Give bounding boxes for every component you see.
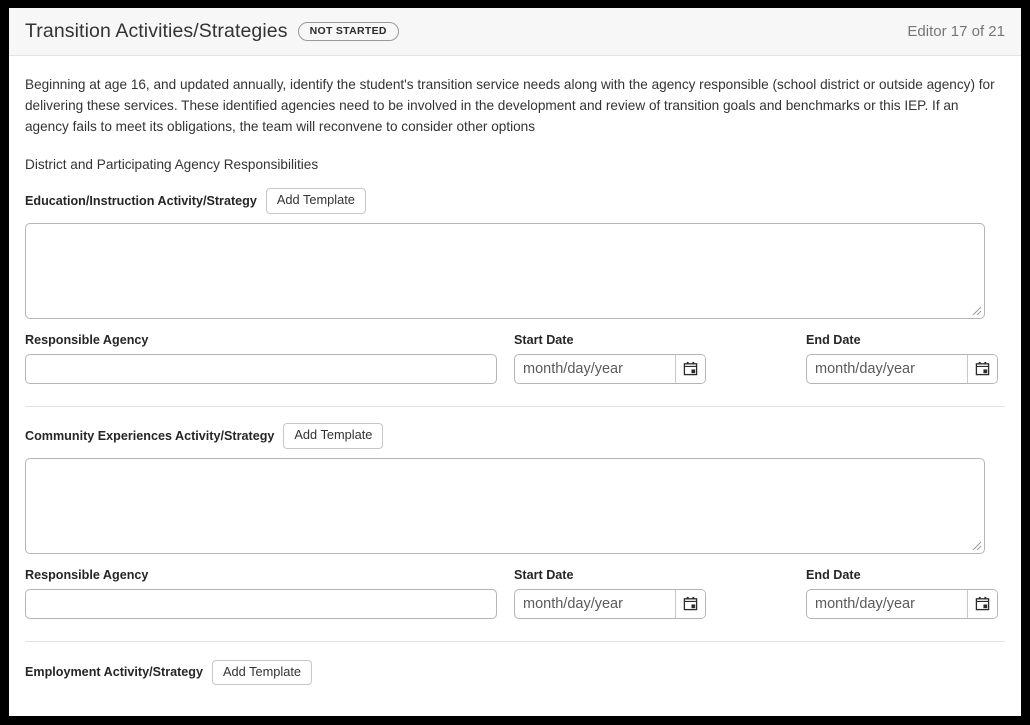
responsible-agency-input-community[interactable] [25, 588, 497, 619]
end-date-field-community [806, 588, 998, 619]
add-template-button-employment[interactable]: Add Template [212, 659, 313, 686]
calendar-icon [975, 597, 990, 611]
activity-label-employment: Employment Activity/Strategy [25, 665, 203, 680]
activity-textarea-community[interactable] [25, 457, 985, 554]
calendar-button-start-community[interactable] [675, 589, 705, 618]
end-date-field-education [806, 353, 998, 384]
responsible-agency-input-education[interactable] [25, 353, 497, 384]
field-group-start-date: Start Date [514, 568, 757, 619]
start-date-input-community[interactable] [515, 589, 675, 618]
label-start-date: Start Date [514, 567, 574, 582]
section-divider-2 [25, 640, 1005, 642]
status-badge: NOT STARTED [297, 21, 399, 42]
calendar-button-end-education[interactable] [967, 354, 997, 383]
calendar-button-start-education[interactable] [675, 354, 705, 383]
field-group-end-date: End Date [806, 333, 998, 384]
calendar-icon [683, 597, 698, 611]
activity-label-community: Community Experiences Activity/Strategy [25, 428, 275, 443]
label-responsible-agency: Responsible Agency [25, 567, 149, 582]
calendar-icon [683, 362, 698, 376]
activity-section-education: Education/Instruction Activity/Strategy … [25, 188, 1005, 384]
editor-counter: Editor 17 of 21 [907, 23, 1005, 40]
activity-section-community: Community Experiences Activity/Strategy … [25, 422, 1005, 619]
activity-textarea-wrap [25, 457, 985, 554]
start-date-input-education[interactable] [515, 354, 675, 383]
field-group-end-date: End Date [806, 568, 998, 619]
activity-header: Employment Activity/Strategy Add Templat… [25, 659, 1005, 686]
page-title: Transition Activities/Strategies [25, 20, 288, 42]
activity-header: Education/Instruction Activity/Strategy … [25, 188, 1005, 214]
activity-section-employment: Employment Activity/Strategy Add Templat… [25, 659, 1005, 686]
field-group-start-date: Start Date [514, 333, 757, 384]
end-date-input-community[interactable] [807, 589, 967, 618]
add-template-button-education[interactable]: Add Template [265, 188, 366, 214]
calendar-icon [975, 362, 990, 376]
editor-header: Transition Activities/Strategies NOT STA… [9, 8, 1021, 56]
intro-paragraph: Beginning at age 16, and updated annuall… [25, 77, 995, 134]
label-responsible-agency: Responsible Agency [25, 332, 149, 347]
field-row-community: Responsible Agency Start Date month/day/… [25, 568, 1005, 619]
label-start-date: Start Date [514, 332, 574, 347]
editor-body: Beginning at age 16, and updated annuall… [9, 56, 1021, 716]
subsection-title: District and Participating Agency Respon… [25, 157, 319, 172]
activity-textarea-education[interactable] [25, 222, 985, 319]
label-end-date: End Date [806, 567, 861, 582]
label-end-date: End Date [806, 332, 861, 347]
editor-window: Transition Activities/Strategies NOT STA… [9, 8, 1021, 716]
activity-textarea-wrap [25, 222, 985, 319]
activity-header: Community Experiences Activity/Strategy … [25, 422, 1005, 449]
header-left-group: Transition Activities/Strategies NOT STA… [25, 20, 907, 43]
activity-label-education: Education/Instruction Activity/Strategy [25, 193, 257, 208]
section-divider-1 [25, 405, 1005, 407]
field-row-education: Responsible Agency Start Date month/day/… [25, 333, 1005, 384]
add-template-button-community[interactable]: Add Template [283, 422, 384, 449]
field-group-agency: Responsible Agency [25, 568, 497, 619]
field-group-agency: Responsible Agency [25, 333, 497, 384]
calendar-button-end-community[interactable] [967, 589, 997, 618]
start-date-field-community [514, 588, 706, 619]
start-date-field-education [514, 353, 706, 384]
screen-frame: Transition Activities/Strategies NOT STA… [0, 0, 1030, 725]
end-date-input-education[interactable] [807, 354, 967, 383]
